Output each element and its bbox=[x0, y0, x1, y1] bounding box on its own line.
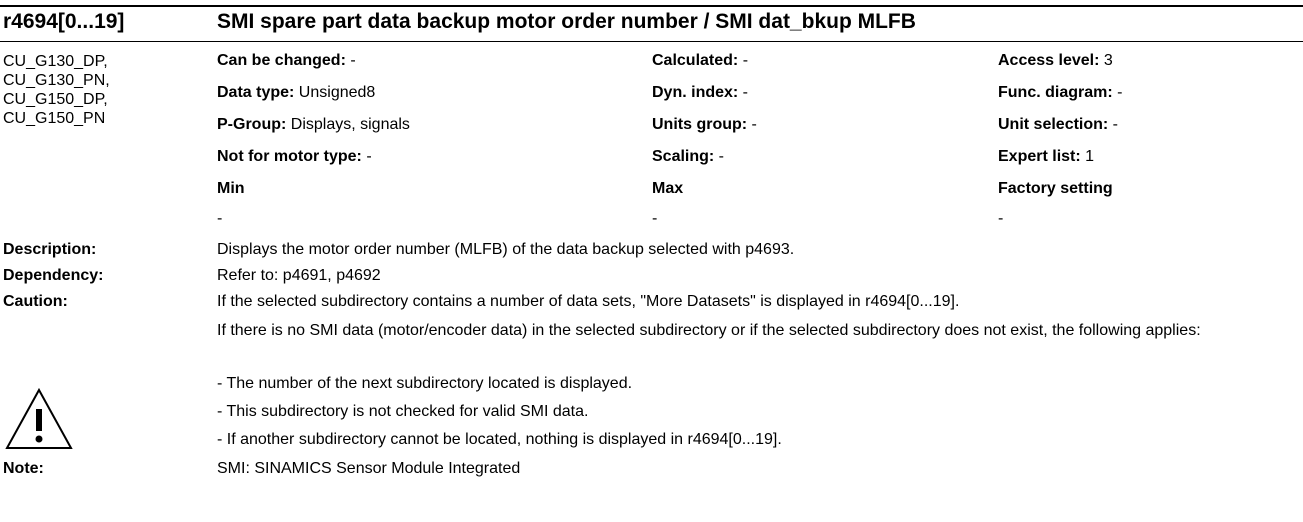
attr-value: 3 bbox=[1099, 52, 1113, 69]
attr-label: Not for motor type: bbox=[217, 148, 362, 165]
factory-setting-value: - bbox=[998, 210, 1004, 227]
attr-value: Unsigned8 bbox=[294, 84, 376, 101]
warning-triangle-icon bbox=[5, 387, 73, 449]
title-rule bbox=[0, 41, 1303, 42]
attr-label: P-Group: bbox=[217, 116, 287, 133]
caution-label: Caution: bbox=[3, 293, 68, 310]
max-value: - bbox=[652, 210, 658, 227]
control-unit-item: CU_G130_DP, bbox=[3, 53, 108, 70]
attr-label: Units group: bbox=[652, 116, 748, 133]
control-unit-item: CU_G130_PN, bbox=[3, 72, 110, 89]
max-label: Max bbox=[652, 180, 684, 197]
attr-not-for-motor-type: Not for motor type: - bbox=[217, 148, 372, 166]
control-unit-item: CU_G150_PN bbox=[3, 110, 106, 127]
attr-units-group: Units group: - bbox=[652, 116, 757, 134]
caution-bullet-1: - The number of the next subdirectory lo… bbox=[217, 375, 633, 392]
caution-bullet-2: - This subdirectory is not checked for v… bbox=[217, 403, 589, 420]
attr-data-type: Data type: Unsigned8 bbox=[217, 84, 375, 102]
note-text: SMI: SINAMICS Sensor Module Integrated bbox=[217, 460, 521, 477]
attr-label: Calculated: bbox=[652, 52, 739, 69]
dependency-text: Refer to: p4691, p4692 bbox=[217, 267, 381, 284]
attr-label: Scaling: bbox=[652, 148, 715, 165]
caution-text-1: If the selected subdirectory contains a … bbox=[217, 293, 960, 310]
attr-value: - bbox=[345, 52, 356, 69]
attr-calculated: Calculated: - bbox=[652, 52, 748, 70]
attr-label: Func. diagram: bbox=[998, 84, 1113, 101]
attr-label: Data type: bbox=[217, 84, 295, 101]
factory-setting-label: Factory setting bbox=[998, 180, 1113, 197]
attr-can-be-changed: Can be changed: - bbox=[217, 52, 356, 70]
parameter-id: r4694[0...19] bbox=[3, 10, 125, 33]
description-label: Description: bbox=[3, 241, 97, 258]
attr-expert-list: Expert list: 1 bbox=[998, 148, 1094, 166]
attr-value: - bbox=[1108, 116, 1119, 133]
attr-label: Unit selection: bbox=[998, 116, 1109, 133]
attr-dyn-index: Dyn. index: - bbox=[652, 84, 748, 102]
attr-label: Dyn. index: bbox=[652, 84, 739, 101]
attr-value: - bbox=[738, 52, 749, 69]
attr-value: - bbox=[361, 148, 372, 165]
attr-label: Expert list: bbox=[998, 148, 1081, 165]
attr-func-diagram: Func. diagram: - bbox=[998, 84, 1122, 102]
attr-value: Displays, signals bbox=[286, 116, 410, 133]
caution-bullet-3: - If another subdirectory cannot be loca… bbox=[217, 431, 782, 448]
control-unit-list: CU_G130_DP, CU_G130_PN, CU_G150_DP, CU_G… bbox=[3, 52, 110, 128]
attr-label: Can be changed: bbox=[217, 52, 346, 69]
attr-value: - bbox=[714, 148, 725, 165]
attr-value: 1 bbox=[1080, 148, 1095, 165]
attr-access-level: Access level: 3 bbox=[998, 52, 1113, 70]
control-unit-item: CU_G150_DP, bbox=[3, 91, 108, 108]
min-value: - bbox=[217, 210, 223, 227]
attr-unit-selection: Unit selection: - bbox=[998, 116, 1118, 134]
top-rule bbox=[0, 5, 1303, 7]
parameter-title: SMI spare part data backup motor order n… bbox=[217, 10, 916, 33]
min-label: Min bbox=[217, 180, 245, 197]
attr-label: Access level: bbox=[998, 52, 1100, 69]
caution-text-2: If there is no SMI data (motor/encoder d… bbox=[217, 322, 1201, 339]
attr-value: - bbox=[1112, 84, 1123, 101]
attr-scaling: Scaling: - bbox=[652, 148, 724, 166]
attr-value: - bbox=[747, 116, 757, 133]
attr-value: - bbox=[738, 84, 749, 101]
dependency-label: Dependency: bbox=[3, 267, 104, 284]
description-text: Displays the motor order number (MLFB) o… bbox=[217, 241, 795, 258]
note-label: Note: bbox=[3, 460, 44, 477]
attr-p-group: P-Group: Displays, signals bbox=[217, 116, 410, 134]
